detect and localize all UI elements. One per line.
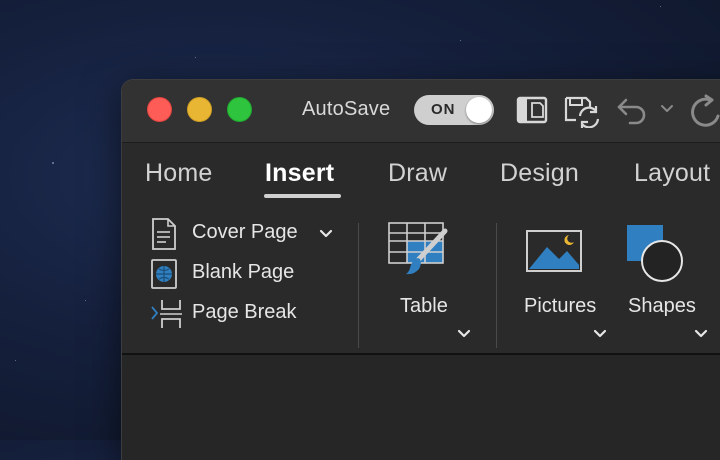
autosave-state: ON: [431, 101, 456, 118]
pictures-label: Pictures: [524, 295, 597, 317]
cover-page-icon: [152, 218, 176, 250]
group-divider: [496, 223, 497, 348]
sidebar-doc-icon[interactable]: [515, 94, 549, 126]
table-icon: [388, 222, 448, 275]
blank-page-icon: [151, 259, 177, 289]
autosave-toggle[interactable]: ON: [414, 95, 494, 125]
tab-insert[interactable]: Insert: [265, 159, 334, 188]
table-dropdown-icon[interactable]: [457, 329, 471, 339]
cover-page-label: Cover Page: [192, 221, 298, 243]
pictures-icon: [526, 230, 582, 272]
active-tab-indicator: [264, 194, 341, 198]
close-button[interactable]: [147, 97, 172, 122]
blank-page-label: Blank Page: [192, 261, 295, 283]
tab-design[interactable]: Design: [500, 159, 579, 188]
redo-icon[interactable]: [688, 94, 720, 128]
page-break-label: Page Break: [192, 301, 297, 323]
insert-ribbon: Cover Page Blank Page Page Break Table P…: [122, 205, 720, 355]
page-break-icon: [151, 300, 182, 328]
minimize-button[interactable]: [187, 97, 212, 122]
table-label: Table: [400, 295, 448, 317]
shapes-label: Shapes: [628, 295, 696, 317]
shapes-dropdown-icon[interactable]: [694, 329, 708, 339]
title-bar: AutoSave ON: [122, 80, 720, 143]
chevron-down-icon[interactable]: [319, 229, 333, 239]
undo-dropdown-icon[interactable]: [660, 104, 674, 114]
ribbon-tabs: Home Insert Draw Design Layout: [122, 143, 720, 205]
document-area[interactable]: [122, 355, 720, 460]
toggle-knob: [466, 97, 492, 123]
group-divider: [358, 223, 359, 348]
tab-layout[interactable]: Layout: [634, 159, 710, 188]
pictures-dropdown-icon[interactable]: [593, 329, 607, 339]
tab-draw[interactable]: Draw: [388, 159, 447, 188]
undo-icon[interactable]: [616, 96, 648, 126]
autosave-label: AutoSave: [302, 98, 391, 120]
tab-home[interactable]: Home: [145, 159, 213, 188]
zoom-button[interactable]: [227, 97, 252, 122]
save-sync-icon[interactable]: [562, 94, 602, 128]
word-window: AutoSave ON Home Insert Draw Design Layo…: [122, 80, 720, 460]
shapes-icon: [627, 225, 683, 282]
